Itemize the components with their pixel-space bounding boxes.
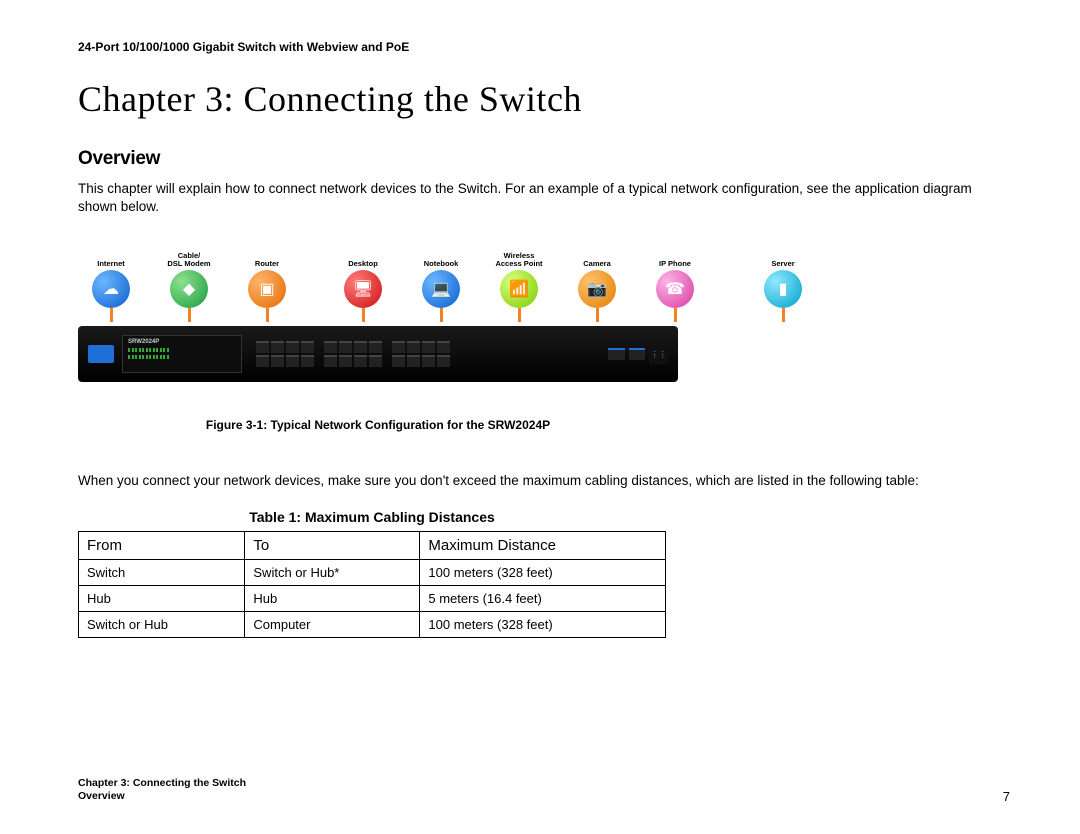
device-label: Cable/ DSL Modem — [167, 252, 210, 268]
table-row: HubHub5 meters (16.4 feet) — [79, 585, 666, 611]
device-label: IP Phone — [659, 252, 691, 268]
device-icon: 💻 — [422, 270, 460, 308]
connector-line — [266, 308, 269, 322]
device-cable-dsl-modem: Cable/ DSL Modem ◆ — [160, 252, 218, 322]
table-row: SwitchSwitch or Hub*100 meters (328 feet… — [79, 559, 666, 585]
connector-line — [518, 308, 521, 322]
table-header-row: From To Maximum Distance — [79, 531, 666, 559]
device-label: Notebook — [424, 252, 459, 268]
pre-table-paragraph: When you connect your network devices, m… — [78, 472, 1010, 490]
device-internet: Internet ☁ — [82, 252, 140, 322]
page-footer: Chapter 3: Connecting the Switch Overvie… — [78, 777, 1010, 804]
device-wireless-access-point: Wireless Access Point 📶 — [490, 252, 548, 322]
doc-header: 24-Port 10/100/1000 Gigabit Switch with … — [78, 40, 1010, 54]
cabling-distance-table: From To Maximum Distance SwitchSwitch or… — [78, 531, 666, 638]
table-cell: 5 meters (16.4 feet) — [420, 585, 666, 611]
device-router: Router ▣ — [238, 252, 296, 322]
connector-line — [596, 308, 599, 322]
device-label: Camera — [583, 252, 611, 268]
connector-line — [110, 308, 113, 322]
connector-line — [782, 308, 785, 322]
device-icon: ◆ — [170, 270, 208, 308]
device-server: Server ▮ — [754, 252, 812, 322]
device-label: Internet — [97, 252, 125, 268]
device-icon: ▣ — [248, 270, 286, 308]
table-title: Table 1: Maximum Cabling Distances — [78, 509, 666, 525]
switch-ports — [256, 341, 598, 367]
device-label: Wireless Access Point — [495, 252, 542, 268]
device-icon: ☎ — [656, 270, 694, 308]
intro-paragraph: This chapter will explain how to connect… — [78, 180, 1010, 216]
switch-model-label: SRW2024P — [128, 339, 236, 345]
page-number: 7 — [1003, 789, 1010, 804]
table-cell: 100 meters (328 feet) — [420, 559, 666, 585]
table-cell: Computer — [245, 611, 420, 637]
connector-line — [440, 308, 443, 322]
device-label: Server — [771, 252, 794, 268]
table-cell: Hub — [79, 585, 245, 611]
device-label: Router — [255, 252, 279, 268]
device-icon: 📶 — [500, 270, 538, 308]
switch-status-panel: SRW2024P — [122, 335, 242, 373]
device-icon: ☁ — [92, 270, 130, 308]
table-cell: Switch — [79, 559, 245, 585]
device-desktop: Desktop 🖥 — [334, 252, 392, 322]
th-to: To — [245, 531, 420, 559]
th-from: From — [79, 531, 245, 559]
footer-chapter: Chapter 3: Connecting the Switch — [78, 777, 246, 791]
footer-section: Overview — [78, 790, 246, 804]
th-max-distance: Maximum Distance — [420, 531, 666, 559]
network-diagram: Internet ☁ Cable/ DSL Modem ◆ Router ▣ Desktop… — [78, 252, 1010, 382]
chapter-title: Chapter 3: Connecting the Switch — [78, 78, 1010, 120]
connector-line — [188, 308, 191, 322]
linksys-badge — [88, 345, 114, 363]
connector-line — [674, 308, 677, 322]
device-icon: 🖥 — [344, 270, 382, 308]
device-icon: ▮ — [764, 270, 802, 308]
device-notebook: Notebook 💻 — [412, 252, 470, 322]
device-camera: Camera 📷 — [568, 252, 626, 322]
device-ip-phone: IP Phone ☎ — [646, 252, 704, 322]
table-cell: Switch or Hub* — [245, 559, 420, 585]
switch-hardware: SRW2024P — [78, 326, 678, 382]
section-heading-overview: Overview — [78, 148, 1010, 170]
table-row: Switch or HubComputer100 meters (328 fee… — [79, 611, 666, 637]
device-label: Desktop — [348, 252, 378, 268]
table-cell: Hub — [245, 585, 420, 611]
table-cell: Switch or Hub — [79, 611, 245, 637]
cisco-logo-icon: ⋮⋮ — [649, 344, 668, 364]
table-cell: 100 meters (328 feet) — [420, 611, 666, 637]
device-icon: 📷 — [578, 270, 616, 308]
switch-uplink-panel: ⋮⋮ — [608, 339, 668, 369]
figure-caption: Figure 3-1: Typical Network Configuratio… — [78, 418, 678, 432]
connector-line — [362, 308, 365, 322]
